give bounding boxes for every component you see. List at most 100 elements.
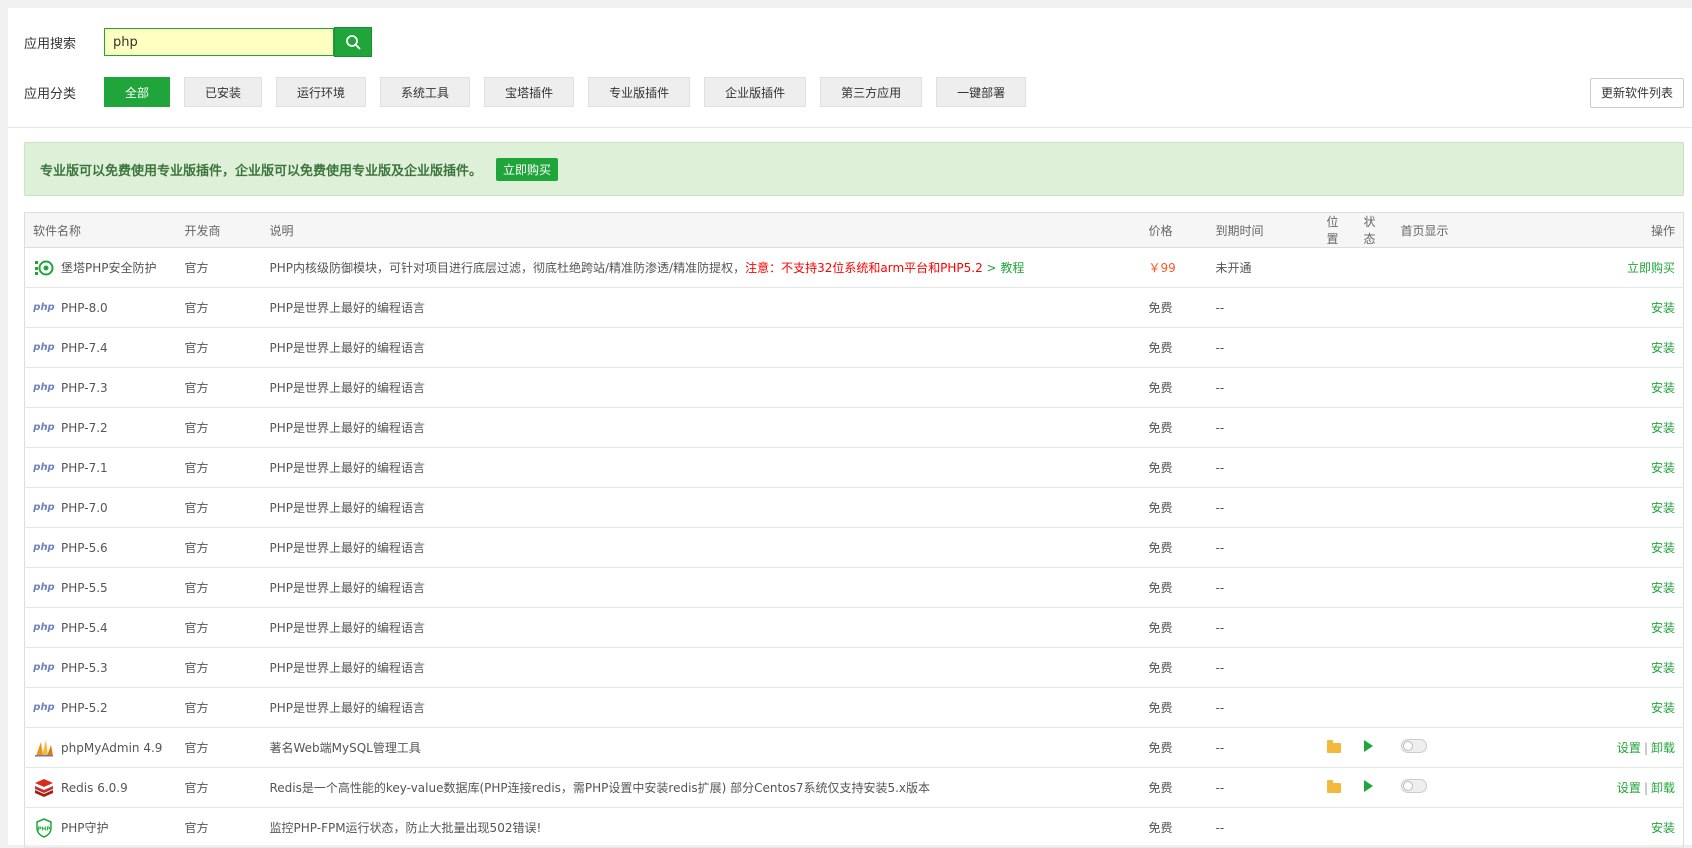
table-body: 堡塔PHP安全防护 官方 PHP内核级防御模块，可针对项目进行底层过滤，彻底杜绝跨站…: [24, 247, 1684, 848]
svg-text:PHP: PHP: [38, 826, 51, 832]
category-tab[interactable]: 运行环境: [276, 77, 367, 107]
row-name: PHP-5.6: [61, 540, 108, 555]
play-icon[interactable]: [1363, 740, 1373, 752]
row-desc: 监控PHP-FPM运行状态，防止大批量出现502错误!: [269, 821, 542, 835]
category-tab[interactable]: 企业版插件: [704, 77, 807, 107]
search-button[interactable]: [334, 27, 372, 57]
cell-status: [1355, 287, 1393, 328]
category-tab[interactable]: 专业版插件: [588, 77, 691, 107]
folder-icon[interactable]: [1326, 779, 1341, 793]
table-row: phpMyAdmin 4.9 官方 著名Web端MySQL管理工具 免费 -- 设置 | 卸载: [24, 727, 1684, 768]
row-action-link[interactable]: 安装: [1651, 341, 1675, 355]
cell-desc: Redis是一个高性能的key-value数据库(PHP连接redis，需PHP…: [261, 767, 1141, 808]
table-row: php PHP-7.3 官方 PHP是世界上最好的编程语言 免费 -- 安装: [24, 367, 1684, 408]
cell-location: [1318, 687, 1356, 728]
row-action-link[interactable]: 设置: [1617, 781, 1641, 795]
tutorial-link[interactable]: > 教程: [987, 261, 1025, 275]
row-action-link[interactable]: 安装: [1651, 621, 1675, 635]
cell-home: [1392, 567, 1493, 608]
category-tab[interactable]: 宝塔插件: [484, 77, 575, 107]
cell-desc: PHP是世界上最好的编程语言: [261, 327, 1141, 368]
cell-status: [1355, 727, 1393, 768]
cell-dev: 官方: [176, 727, 262, 768]
cell-name: 堡塔PHP安全防护: [24, 247, 177, 288]
search-input[interactable]: [104, 28, 334, 56]
notice-banner: 专业版可以免费使用专业版插件，企业版可以免费使用专业版及企业版插件。 立即购买: [24, 142, 1684, 196]
table-row: php PHP-5.3 官方 PHP是世界上最好的编程语言 免费 -- 安装: [24, 647, 1684, 688]
row-action-link[interactable]: 安装: [1651, 501, 1675, 515]
row-name: PHP-7.0: [61, 500, 108, 515]
cell-name: phpMyAdmin 4.9: [24, 727, 177, 768]
row-action-link[interactable]: 安装: [1651, 701, 1675, 715]
row-desc: PHP是世界上最好的编程语言: [269, 701, 426, 715]
col-home: 首页显示: [1392, 212, 1493, 248]
table-row: php PHP-5.6 官方 PHP是世界上最好的编程语言 免费 -- 安装: [24, 527, 1684, 568]
row-action-link[interactable]: 安装: [1651, 461, 1675, 475]
cell-op: 安装: [1492, 327, 1684, 368]
row-desc: PHP是世界上最好的编程语言: [269, 301, 426, 315]
cell-name: php PHP-5.4: [24, 607, 177, 648]
category-tab[interactable]: 一键部署: [936, 77, 1027, 107]
cell-op: 安装: [1492, 527, 1684, 568]
php-icon: php: [33, 382, 55, 393]
shield-plugin-icon: [33, 258, 55, 278]
cell-op: 安装: [1492, 687, 1684, 728]
phpmyadmin-icon: [33, 738, 55, 758]
php-icon: php: [33, 702, 55, 713]
cell-dev: 官方: [176, 527, 262, 568]
table-row: php PHP-7.4 官方 PHP是世界上最好的编程语言 免费 -- 安装: [24, 327, 1684, 368]
search-label: 应用搜索: [24, 36, 77, 52]
cell-expire: --: [1207, 607, 1319, 648]
refresh-software-list-button[interactable]: 更新软件列表: [1589, 78, 1684, 108]
row-action-link[interactable]: 安装: [1651, 541, 1675, 555]
cell-name: php PHP-5.6: [24, 527, 177, 568]
uninstall-link[interactable]: 卸载: [1651, 781, 1675, 795]
row-action-link[interactable]: 安装: [1651, 821, 1675, 835]
cell-expire: --: [1207, 567, 1319, 608]
cell-expire: --: [1207, 327, 1319, 368]
row-action-link[interactable]: 安装: [1651, 301, 1675, 315]
cell-price: 免费: [1140, 447, 1208, 488]
uninstall-link[interactable]: 卸载: [1651, 741, 1675, 755]
cell-home: [1392, 607, 1493, 648]
cell-price: 免费: [1140, 647, 1208, 688]
category-tab[interactable]: 全部: [104, 77, 171, 107]
row-action-link[interactable]: 安装: [1651, 661, 1675, 675]
cell-dev: 官方: [176, 407, 262, 448]
cell-price: 免费: [1140, 727, 1208, 768]
home-display-toggle[interactable]: [1400, 739, 1427, 753]
row-action-link[interactable]: 设置: [1617, 741, 1641, 755]
category-tab[interactable]: 已安装: [184, 77, 263, 107]
cell-expire: --: [1207, 367, 1319, 408]
category-tab[interactable]: 第三方应用: [820, 77, 923, 107]
op-separator: |: [1643, 741, 1648, 755]
cell-op: 设置 | 卸载: [1492, 767, 1684, 808]
row-desc: PHP内核级防御模块，可针对项目进行底层过滤，彻底杜绝跨站/精准防渗透/精准防提…: [269, 261, 746, 275]
row-desc: PHP是世界上最好的编程语言: [269, 461, 426, 475]
home-display-toggle[interactable]: [1400, 779, 1427, 793]
cell-price: 免费: [1140, 407, 1208, 448]
row-action-link[interactable]: 立即购买: [1627, 261, 1675, 275]
cell-desc: PHP是世界上最好的编程语言: [261, 487, 1141, 528]
cell-dev: 官方: [176, 287, 262, 328]
cell-dev: 官方: [176, 607, 262, 648]
buy-now-button[interactable]: 立即购买: [496, 157, 559, 181]
cell-desc: PHP是世界上最好的编程语言: [261, 687, 1141, 728]
cell-expire: --: [1207, 407, 1319, 448]
cell-status: [1355, 367, 1393, 408]
cell-desc: PHP是世界上最好的编程语言: [261, 447, 1141, 488]
row-action-link[interactable]: 安装: [1651, 381, 1675, 395]
category-tab[interactable]: 系统工具: [380, 77, 471, 107]
cell-status: [1355, 407, 1393, 448]
cell-name: php PHP-8.0: [24, 287, 177, 328]
col-op: 操作: [1492, 212, 1684, 248]
row-action-link[interactable]: 安装: [1651, 581, 1675, 595]
row-name: PHP守护: [61, 821, 109, 835]
cell-dev: 官方: [176, 767, 262, 808]
cell-op: 设置 | 卸载: [1492, 727, 1684, 768]
table-row: PHP PHP守护 官方 监控PHP-FPM运行状态，防止大批量出现502错误! 免费 -…: [24, 807, 1684, 848]
row-desc: PHP是世界上最好的编程语言: [269, 661, 426, 675]
play-icon[interactable]: [1363, 780, 1373, 792]
row-action-link[interactable]: 安装: [1651, 421, 1675, 435]
folder-icon[interactable]: [1326, 739, 1341, 753]
